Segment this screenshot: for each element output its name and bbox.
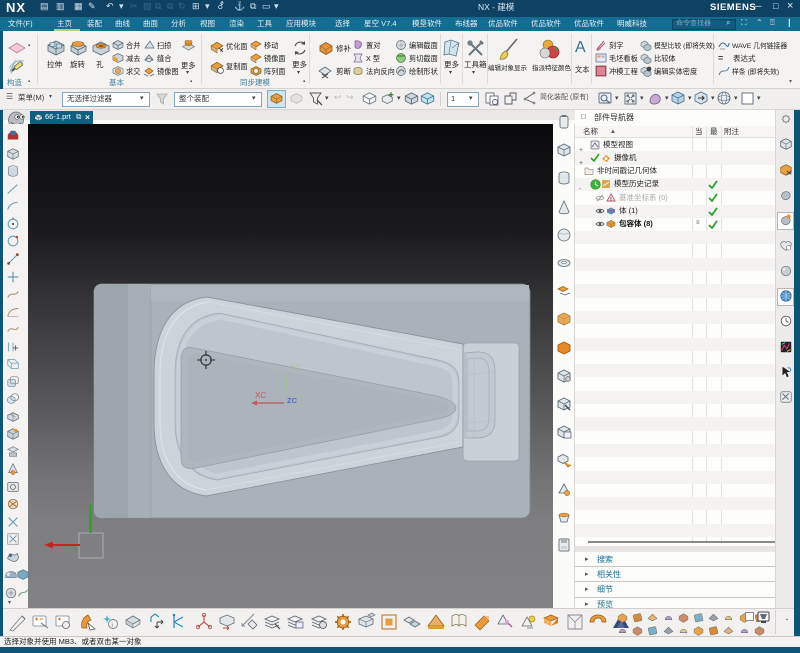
svg-text:ZC: ZC	[287, 396, 298, 405]
svg-text:YC: YC	[290, 363, 301, 372]
svg-text:i: i	[111, 623, 112, 629]
svg-text:XC: XC	[255, 391, 266, 400]
